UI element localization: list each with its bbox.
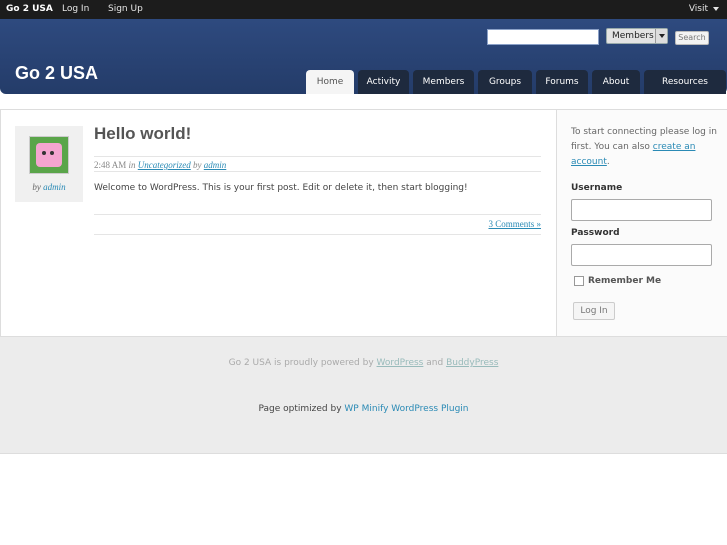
admin-bar: Go 2 USA Log In Sign Up Visit <box>0 0 727 19</box>
search-button[interactable]: Search <box>675 31 709 45</box>
post-in-word: in <box>128 160 136 170</box>
login-link[interactable]: Log In <box>62 4 89 14</box>
post-meta: 2:48 AM in Uncategorized by admin <box>94 156 541 172</box>
remember-me-checkbox[interactable] <box>574 276 584 286</box>
optimized-prefix: Page optimized by <box>258 404 342 414</box>
password-label: Password <box>571 228 620 238</box>
powered-by: Go 2 USA is proudly powered by WordPress… <box>0 358 727 368</box>
wordpress-link[interactable]: WordPress <box>377 358 424 368</box>
avatar-by-prefix: by <box>32 182 41 192</box>
login-intro: To start connecting please log in first.… <box>571 125 721 170</box>
author-box: by admin <box>15 126 83 202</box>
optimized-by: Page optimized by WP Minify WordPress Pl… <box>0 404 727 414</box>
tab-forums[interactable]: Forums <box>536 70 588 94</box>
search-scope-select[interactable]: Members <box>606 28 668 44</box>
site-title[interactable]: Go 2 USA <box>15 63 98 84</box>
comments-link[interactable]: 3 Comments » <box>488 219 541 229</box>
tab-groups[interactable]: Groups <box>478 70 532 94</box>
avatar-author-link[interactable]: admin <box>43 182 66 192</box>
avatar-byline: by admin <box>15 182 83 192</box>
content-container: by admin Hello world! 2:48 AM in Uncateg… <box>0 109 727 337</box>
category-link[interactable]: Uncategorized <box>138 160 191 170</box>
site-header: Go 2 USA Members Search Home Activity Me… <box>0 19 727 94</box>
avatar-face-icon <box>36 143 62 167</box>
wp-minify-link[interactable]: WP Minify WordPress Plugin <box>344 404 468 414</box>
site-footer: Go 2 USA is proudly powered by WordPress… <box>0 337 727 454</box>
tab-members[interactable]: Members <box>413 70 474 94</box>
post-by-word: by <box>193 160 202 170</box>
powered-prefix: Go 2 USA is proudly powered by <box>228 358 374 368</box>
chevron-down-icon <box>655 29 667 43</box>
username-label: Username <box>571 183 623 193</box>
chevron-down-icon <box>713 6 719 11</box>
search-scope-value: Members <box>612 31 654 41</box>
post-title[interactable]: Hello world! <box>94 124 191 144</box>
visit-menu[interactable]: Visit <box>689 4 719 14</box>
remember-me-label[interactable]: Remember Me <box>588 276 661 286</box>
tab-home[interactable]: Home <box>306 70 354 94</box>
buddypress-link[interactable]: BuddyPress <box>446 358 498 368</box>
tab-activity[interactable]: Activity <box>358 70 409 94</box>
tab-resources[interactable]: Resources <box>644 70 726 94</box>
username-field[interactable] <box>571 199 712 221</box>
search-input[interactable] <box>487 29 599 45</box>
login-sidebar: To start connecting please log in first.… <box>556 110 727 336</box>
avatar[interactable] <box>29 136 69 174</box>
post-body: Welcome to WordPress. This is your first… <box>94 183 468 193</box>
password-field[interactable] <box>571 244 712 266</box>
admin-bar-brand[interactable]: Go 2 USA <box>6 4 53 14</box>
signup-link[interactable]: Sign Up <box>108 4 143 14</box>
author-link[interactable]: admin <box>204 160 227 170</box>
tab-about[interactable]: About <box>592 70 640 94</box>
visit-label: Visit <box>688 4 708 14</box>
post-time: 2:48 AM <box>94 160 127 170</box>
post-footer: 3 Comments » <box>94 214 541 235</box>
avatar-eye <box>50 151 54 155</box>
login-button[interactable]: Log In <box>573 302 615 320</box>
avatar-eye <box>42 151 46 155</box>
powered-and: and <box>426 358 444 368</box>
login-intro-end: . <box>606 157 610 167</box>
